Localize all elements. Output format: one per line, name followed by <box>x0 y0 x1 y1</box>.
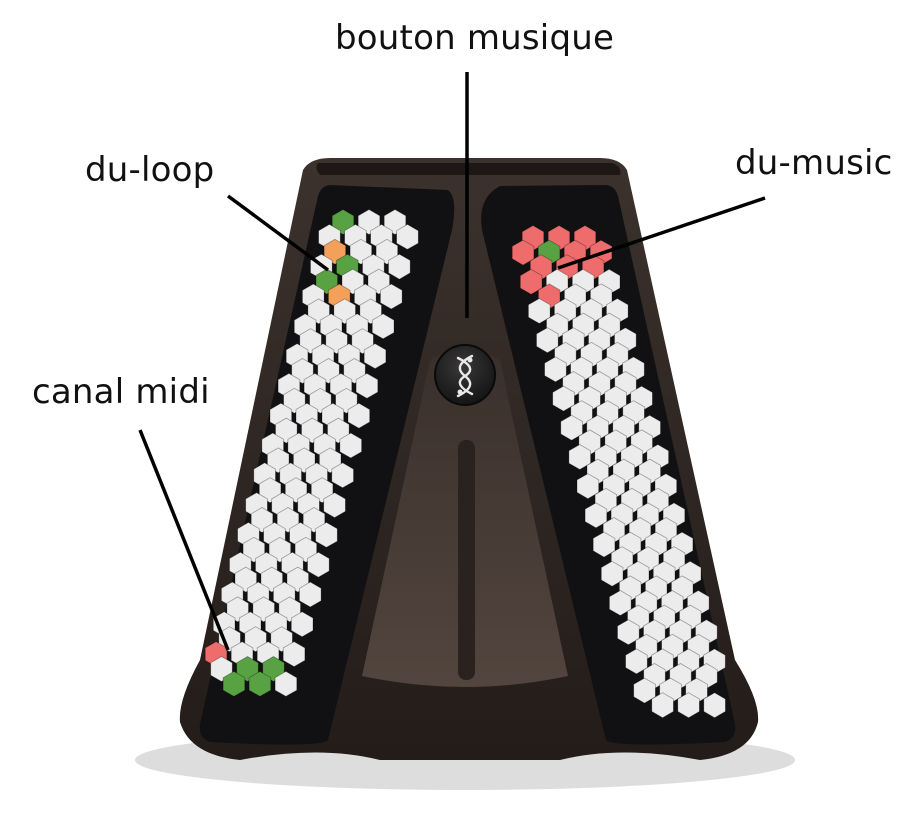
label-du-music: du-music <box>735 143 893 183</box>
label-bouton-musique: bouton musique <box>335 18 615 58</box>
music-button[interactable] <box>434 344 496 406</box>
leader-line-canal-midi <box>138 429 230 651</box>
center-slot <box>458 440 475 680</box>
label-du-loop: du-loop <box>85 150 215 190</box>
label-canal-midi: canal midi <box>32 372 210 412</box>
